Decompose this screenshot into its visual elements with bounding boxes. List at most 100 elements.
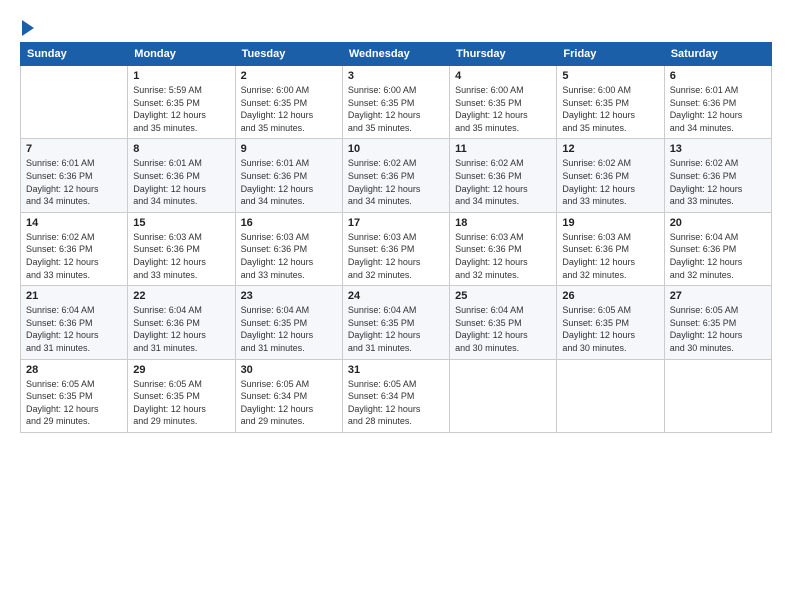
day-cell: 27 Sunrise: 6:05 AM Sunset: 6:35 PM Dayli… [664,286,771,359]
logo-line1 [20,20,34,36]
day-detail: Sunrise: 6:02 AM Sunset: 6:36 PM Dayligh… [455,157,551,207]
weekday-header-thursday: Thursday [450,43,557,66]
day-number: 21 [26,290,122,302]
day-number: 16 [241,217,337,229]
day-cell: 24 Sunrise: 6:04 AM Sunset: 6:35 PM Dayli… [342,286,449,359]
week-row-3: 14 Sunrise: 6:02 AM Sunset: 6:36 PM Dayli… [21,212,772,285]
day-cell [557,359,664,432]
day-detail: Sunrise: 6:00 AM Sunset: 6:35 PM Dayligh… [241,84,337,134]
day-detail: Sunrise: 6:01 AM Sunset: 6:36 PM Dayligh… [241,157,337,207]
day-cell: 12 Sunrise: 6:02 AM Sunset: 6:36 PM Dayli… [557,139,664,212]
day-number: 29 [133,364,229,376]
day-cell: 28 Sunrise: 6:05 AM Sunset: 6:35 PM Dayli… [21,359,128,432]
day-number: 30 [241,364,337,376]
day-detail: Sunrise: 6:05 AM Sunset: 6:35 PM Dayligh… [670,304,766,354]
day-number: 4 [455,70,551,82]
day-cell: 5 Sunrise: 6:00 AM Sunset: 6:35 PM Daylig… [557,66,664,139]
day-detail: Sunrise: 6:05 AM Sunset: 6:34 PM Dayligh… [241,378,337,428]
day-cell: 9 Sunrise: 6:01 AM Sunset: 6:36 PM Daylig… [235,139,342,212]
weekday-header-sunday: Sunday [21,43,128,66]
page: SundayMondayTuesdayWednesdayThursdayFrid… [0,0,792,443]
day-cell: 16 Sunrise: 6:03 AM Sunset: 6:36 PM Dayli… [235,212,342,285]
day-cell: 25 Sunrise: 6:04 AM Sunset: 6:35 PM Dayli… [450,286,557,359]
day-number: 27 [670,290,766,302]
day-detail: Sunrise: 6:03 AM Sunset: 6:36 PM Dayligh… [241,231,337,281]
weekday-header-saturday: Saturday [664,43,771,66]
day-detail: Sunrise: 6:05 AM Sunset: 6:34 PM Dayligh… [348,378,444,428]
day-cell [450,359,557,432]
weekday-header-monday: Monday [128,43,235,66]
day-number: 31 [348,364,444,376]
day-cell: 7 Sunrise: 6:01 AM Sunset: 6:36 PM Daylig… [21,139,128,212]
day-detail: Sunrise: 6:02 AM Sunset: 6:36 PM Dayligh… [26,231,122,281]
weekday-header-tuesday: Tuesday [235,43,342,66]
logo [20,20,34,36]
day-detail: Sunrise: 6:04 AM Sunset: 6:35 PM Dayligh… [455,304,551,354]
day-detail: Sunrise: 6:03 AM Sunset: 6:36 PM Dayligh… [348,231,444,281]
day-cell: 2 Sunrise: 6:00 AM Sunset: 6:35 PM Daylig… [235,66,342,139]
day-cell: 4 Sunrise: 6:00 AM Sunset: 6:35 PM Daylig… [450,66,557,139]
day-number: 9 [241,143,337,155]
day-detail: Sunrise: 5:59 AM Sunset: 6:35 PM Dayligh… [133,84,229,134]
day-number: 23 [241,290,337,302]
day-detail: Sunrise: 6:05 AM Sunset: 6:35 PM Dayligh… [26,378,122,428]
day-detail: Sunrise: 6:03 AM Sunset: 6:36 PM Dayligh… [455,231,551,281]
day-number: 20 [670,217,766,229]
day-number: 22 [133,290,229,302]
day-cell: 23 Sunrise: 6:04 AM Sunset: 6:35 PM Dayli… [235,286,342,359]
week-row-2: 7 Sunrise: 6:01 AM Sunset: 6:36 PM Daylig… [21,139,772,212]
day-number: 14 [26,217,122,229]
week-row-5: 28 Sunrise: 6:05 AM Sunset: 6:35 PM Dayli… [21,359,772,432]
day-number: 5 [562,70,658,82]
day-detail: Sunrise: 6:04 AM Sunset: 6:35 PM Dayligh… [241,304,337,354]
day-detail: Sunrise: 6:00 AM Sunset: 6:35 PM Dayligh… [562,84,658,134]
day-cell: 13Sunrise: 6:02 AM Sunset: 6:36 PM Dayli… [664,139,771,212]
day-number: 8 [133,143,229,155]
day-number: 11 [455,143,551,155]
day-cell: 22Sunrise: 6:04 AM Sunset: 6:36 PM Dayli… [128,286,235,359]
day-cell: 29Sunrise: 6:05 AM Sunset: 6:35 PM Dayli… [128,359,235,432]
day-cell: 26 Sunrise: 6:05 AM Sunset: 6:35 PM Dayli… [557,286,664,359]
day-cell: 10 Sunrise: 6:02 AM Sunset: 6:36 PM Dayli… [342,139,449,212]
day-number: 12 [562,143,658,155]
day-detail: Sunrise: 6:03 AM Sunset: 6:36 PM Dayligh… [133,231,229,281]
day-cell: 11 Sunrise: 6:02 AM Sunset: 6:36 PM Dayli… [450,139,557,212]
day-number: 26 [562,290,658,302]
day-cell: 18Sunrise: 6:03 AM Sunset: 6:36 PM Dayli… [450,212,557,285]
day-detail: Sunrise: 6:04 AM Sunset: 6:36 PM Dayligh… [670,231,766,281]
day-detail: Sunrise: 6:00 AM Sunset: 6:35 PM Dayligh… [455,84,551,134]
day-detail: Sunrise: 6:01 AM Sunset: 6:36 PM Dayligh… [670,84,766,134]
day-number: 3 [348,70,444,82]
day-detail: Sunrise: 6:04 AM Sunset: 6:35 PM Dayligh… [348,304,444,354]
day-number: 25 [455,290,551,302]
day-number: 1 [133,70,229,82]
header [20,20,772,36]
day-cell: 15Sunrise: 6:03 AM Sunset: 6:36 PM Dayli… [128,212,235,285]
day-detail: Sunrise: 6:05 AM Sunset: 6:35 PM Dayligh… [562,304,658,354]
day-detail: Sunrise: 6:01 AM Sunset: 6:36 PM Dayligh… [133,157,229,207]
day-detail: Sunrise: 6:01 AM Sunset: 6:36 PM Dayligh… [26,157,122,207]
day-cell: 14 Sunrise: 6:02 AM Sunset: 6:36 PM Dayli… [21,212,128,285]
day-detail: Sunrise: 6:04 AM Sunset: 6:36 PM Dayligh… [26,304,122,354]
day-number: 2 [241,70,337,82]
day-cell: 1 Sunrise: 5:59 AM Sunset: 6:35 PM Daylig… [128,66,235,139]
day-cell: 6 Sunrise: 6:01 AM Sunset: 6:36 PM Daylig… [664,66,771,139]
day-number: 6 [670,70,766,82]
day-cell: 17Sunrise: 6:03 AM Sunset: 6:36 PM Dayli… [342,212,449,285]
day-number: 10 [348,143,444,155]
day-detail: Sunrise: 6:02 AM Sunset: 6:36 PM Dayligh… [348,157,444,207]
day-number: 28 [26,364,122,376]
day-number: 24 [348,290,444,302]
week-row-1: 1 Sunrise: 5:59 AM Sunset: 6:35 PM Daylig… [21,66,772,139]
day-number: 13 [670,143,766,155]
day-cell: 20 Sunrise: 6:04 AM Sunset: 6:36 PM Dayli… [664,212,771,285]
day-number: 7 [26,143,122,155]
day-detail: Sunrise: 6:02 AM Sunset: 6:36 PM Dayligh… [562,157,658,207]
day-cell: 31 Sunrise: 6:05 AM Sunset: 6:34 PM Dayli… [342,359,449,432]
day-cell [21,66,128,139]
day-cell: 3 Sunrise: 6:00 AM Sunset: 6:35 PM Daylig… [342,66,449,139]
day-detail: Sunrise: 6:03 AM Sunset: 6:36 PM Dayligh… [562,231,658,281]
calendar-table: SundayMondayTuesdayWednesdayThursdayFrid… [20,42,772,433]
weekday-header-row: SundayMondayTuesdayWednesdayThursdayFrid… [21,43,772,66]
day-detail: Sunrise: 6:00 AM Sunset: 6:35 PM Dayligh… [348,84,444,134]
